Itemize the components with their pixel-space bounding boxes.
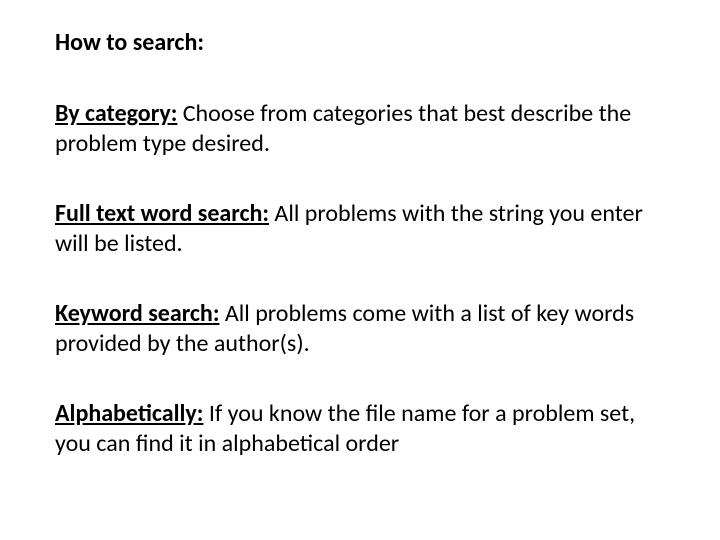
- section-by-category: By category Choose from categories that …: [55, 99, 660, 159]
- section-keyword-search: Keyword search All problems come with a …: [55, 299, 660, 359]
- section-label: Full text word search: [55, 199, 269, 228]
- section-label: By category: [55, 99, 177, 128]
- section-full-text-search: Full text word search All problems with …: [55, 199, 660, 259]
- page-heading: How to search:: [55, 28, 660, 57]
- section-label: Alphabetically: [55, 399, 203, 428]
- section-label: Keyword search: [55, 299, 219, 328]
- section-alphabetically: Alphabetically If you know the file name…: [55, 399, 660, 459]
